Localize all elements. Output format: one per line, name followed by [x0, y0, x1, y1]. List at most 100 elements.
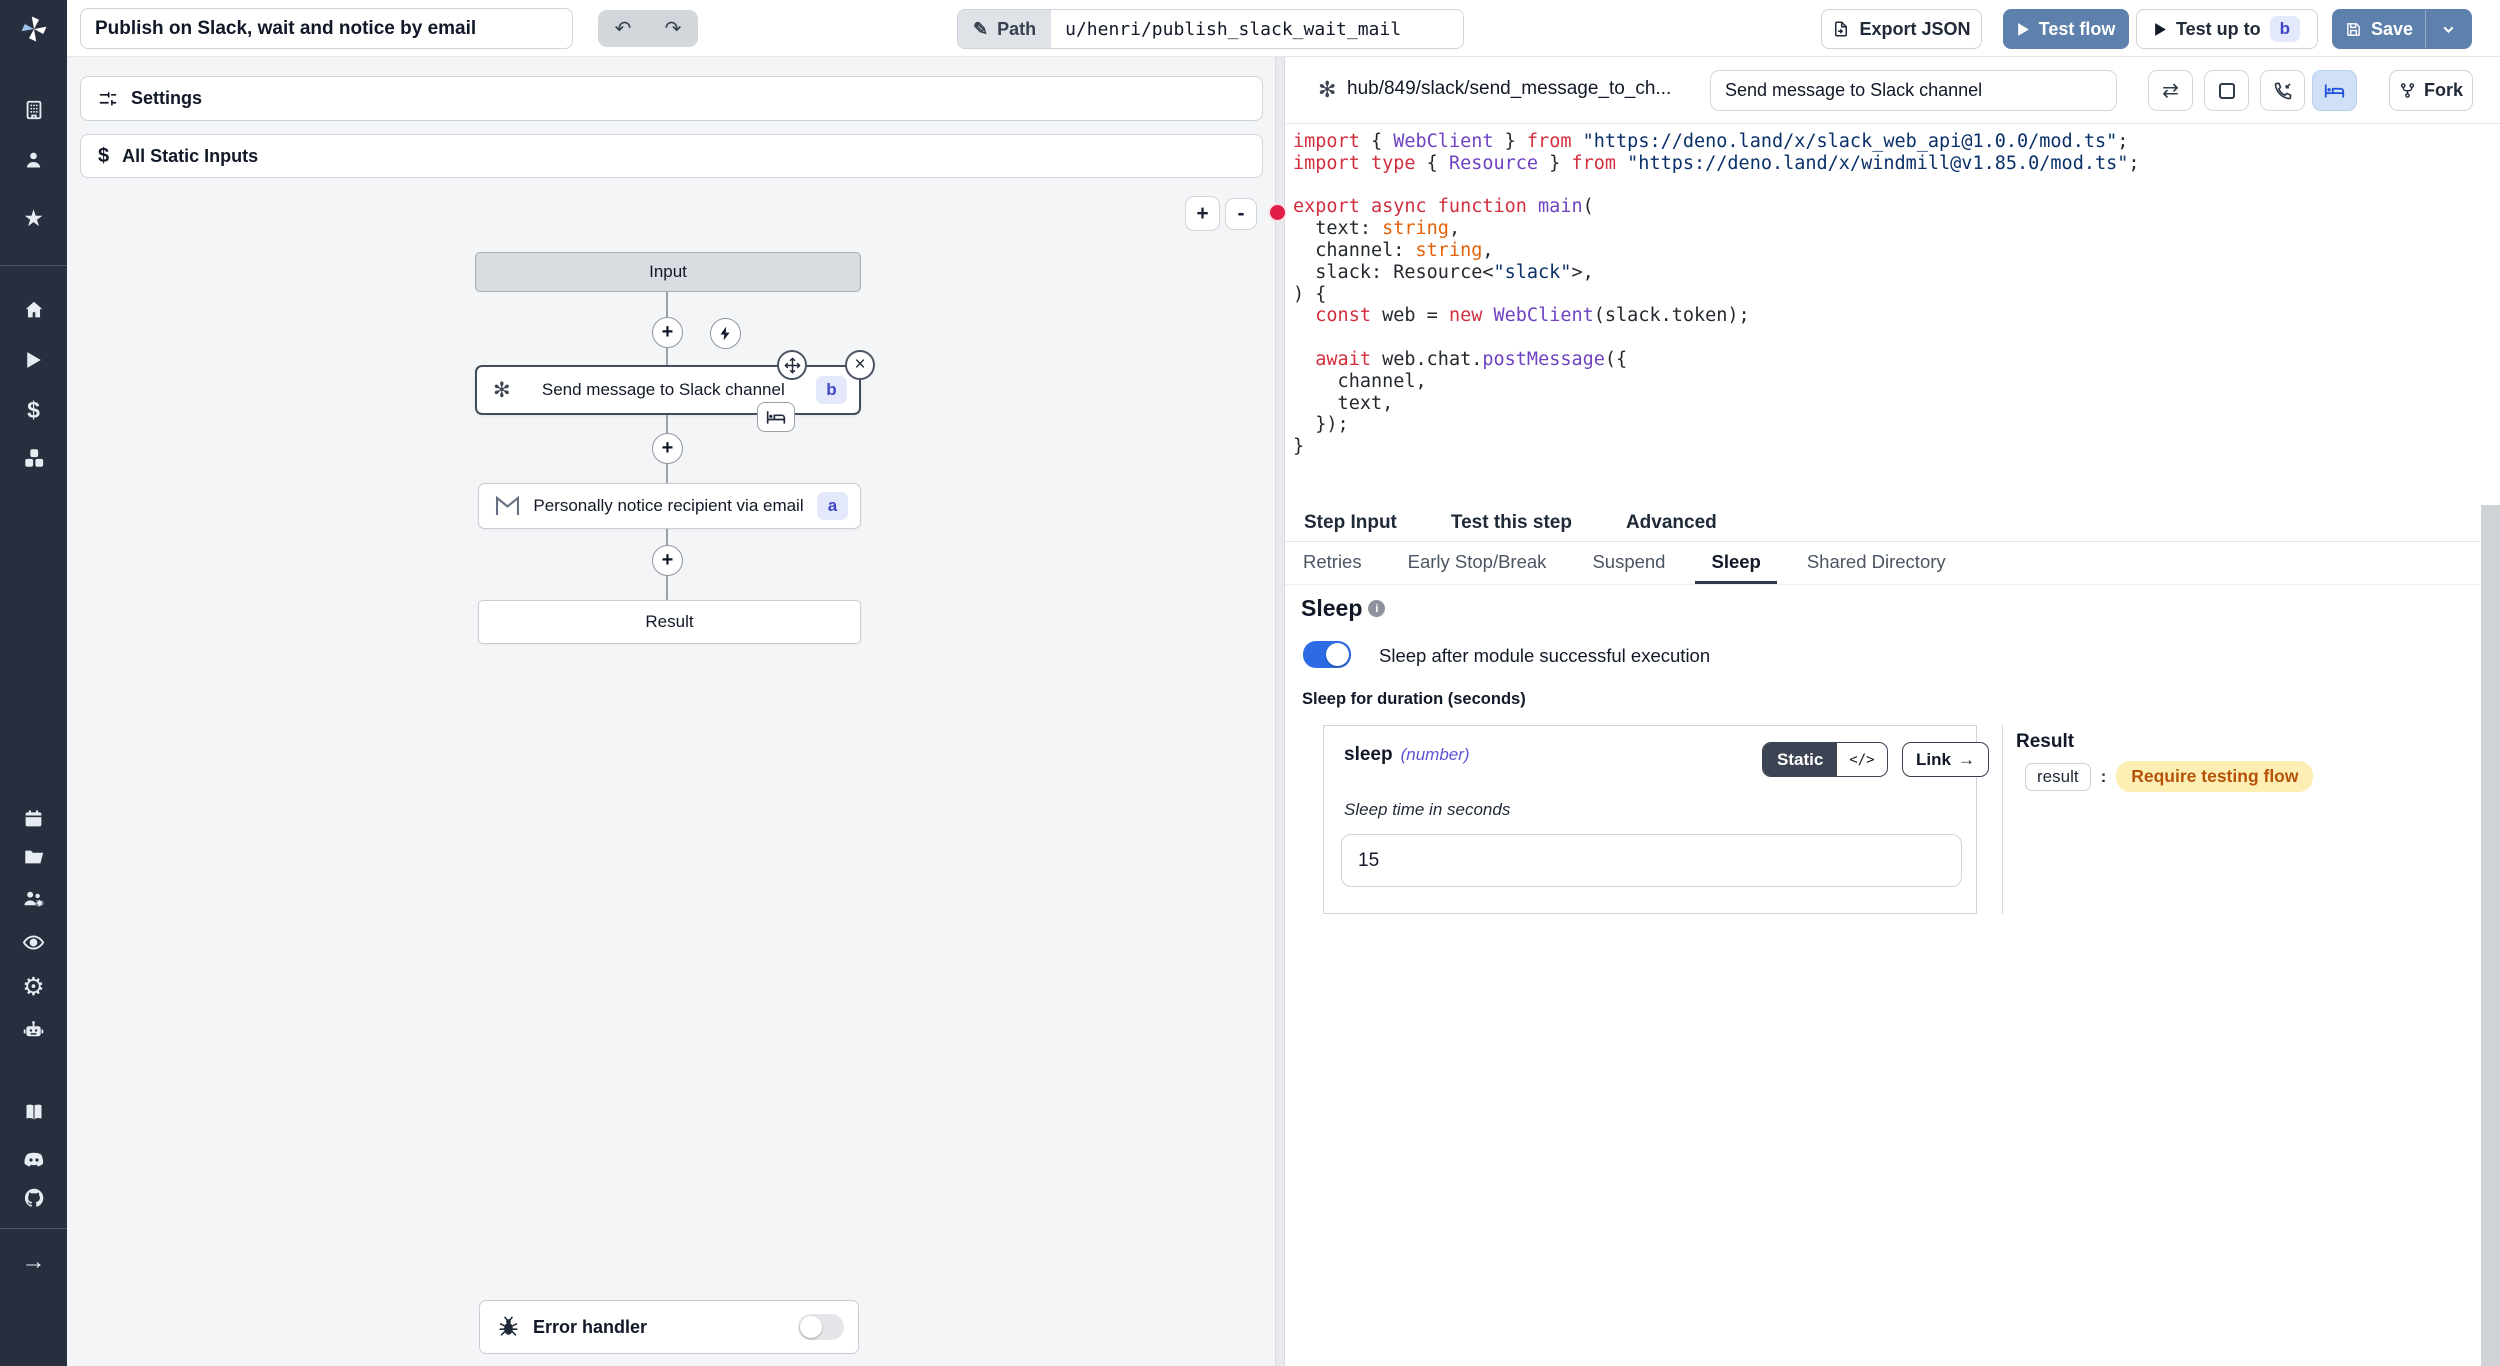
sidebar-divider — [0, 265, 67, 266]
zoom-out-button[interactable]: - — [1225, 198, 1257, 230]
retries-repeat-icon[interactable]: ⇄ — [2148, 70, 2193, 111]
code-editor[interactable]: import { WebClient } from "https://deno.… — [1293, 131, 2140, 458]
sleep-toggle[interactable] — [1303, 641, 1351, 668]
result-colon: : — [2101, 767, 2107, 787]
link-button[interactable]: Link→ — [1902, 742, 1989, 777]
arrow-right-icon: → — [1958, 750, 1975, 770]
test-up-to-label: Test up to — [2176, 19, 2261, 40]
add-step-button[interactable]: + — [652, 545, 683, 576]
user-icon[interactable] — [0, 139, 67, 181]
sleep-input-description: Sleep time in seconds — [1344, 800, 1510, 820]
tab-advanced[interactable]: Advanced — [1626, 512, 1717, 534]
groups-users-icon[interactable] — [0, 877, 67, 919]
sleep-duration-label: Sleep for duration (seconds) — [1302, 690, 1526, 709]
hub-script-path[interactable]: hub/849/slack/send_message_to_ch... — [1347, 78, 1671, 100]
all-static-inputs-bar[interactable]: $ All Static Inputs — [80, 134, 1263, 178]
sleep-toggle-label: Sleep after module successful execution — [1379, 645, 1710, 667]
field-type: (number) — [1401, 745, 1470, 764]
fork-button[interactable]: Fork — [2389, 70, 2473, 111]
folders-icon[interactable] — [0, 836, 67, 878]
code-mode-button[interactable]: </> — [1837, 743, 1886, 776]
windmill-logo-icon[interactable] — [0, 12, 67, 46]
tab-test-this-step[interactable]: Test this step — [1451, 512, 1572, 534]
add-trigger-button[interactable] — [710, 318, 741, 349]
gmail-icon — [495, 496, 520, 516]
error-handler-node[interactable]: Error handler — [479, 1300, 859, 1354]
error-handler-toggle[interactable] — [798, 1314, 844, 1340]
save-button[interactable]: Save — [2333, 19, 2425, 40]
result-row: result : Require testing flow — [2025, 761, 2313, 792]
add-step-button[interactable]: + — [652, 433, 683, 464]
path-group: ✎ Path — [957, 9, 1464, 49]
zoom-in-button[interactable]: + — [1185, 196, 1220, 231]
topbar: ↶ ↷ ✎ Path Export JSON Test flow Test up… — [67, 0, 2500, 57]
save-dropdown-button[interactable] — [2425, 10, 2471, 48]
home-icon[interactable] — [0, 289, 67, 331]
git-fork-icon — [2399, 81, 2416, 100]
github-icon[interactable] — [0, 1177, 67, 1219]
path-edit-button[interactable]: ✎ Path — [958, 10, 1051, 48]
result-node[interactable]: Result — [478, 600, 861, 644]
sliders-icon — [98, 89, 118, 109]
export-json-label: Export JSON — [1859, 19, 1970, 40]
vertical-scrollbar[interactable] — [2481, 505, 2500, 1366]
static-mode-button[interactable]: Static — [1763, 743, 1837, 776]
add-step-button[interactable]: + — [652, 317, 683, 348]
export-json-button[interactable]: Export JSON — [1821, 9, 1982, 49]
workspace-icon[interactable] — [0, 89, 67, 131]
sleep-bed-indicator[interactable] — [757, 402, 795, 432]
resources-cubes-icon[interactable] — [0, 437, 67, 479]
sleep-field-card: sleep(number) Static </> Link→ Sleep tim… — [1323, 725, 1977, 914]
slack-step-badge: b — [816, 376, 847, 404]
export-file-icon — [1832, 20, 1850, 38]
suspend-phone-icon[interactable] — [2260, 70, 2305, 111]
variables-dollar-icon[interactable]: $ — [0, 389, 67, 431]
tab-early-stop-break[interactable]: Early Stop/Break — [1392, 542, 1563, 584]
step-name-input[interactable] — [1710, 70, 2117, 111]
test-up-to-button[interactable]: Test up to b — [2136, 9, 2318, 49]
result-node-label: Result — [645, 612, 693, 632]
early-stop-square-icon[interactable] — [2204, 70, 2249, 111]
workers-robot-icon[interactable] — [0, 1009, 67, 1051]
divider-error-indicator — [1268, 203, 1287, 222]
step-detail-panel: ✻ hub/849/slack/send_message_to_ch... ⇄ — [1285, 57, 2500, 1366]
app-sidebar: ★ $ — [0, 0, 67, 1366]
favorites-star-icon[interactable]: ★ — [0, 197, 67, 239]
audit-eye-icon[interactable] — [0, 921, 67, 963]
panel-resize-divider[interactable] — [1275, 57, 1285, 1366]
settings-gear-icon[interactable]: ⚙ — [0, 966, 67, 1008]
step-badge: b — [2270, 16, 2300, 42]
tab-shared-directory[interactable]: Shared Directory — [1791, 542, 1962, 584]
settings-label: Settings — [131, 88, 202, 109]
path-input[interactable] — [1051, 10, 1463, 48]
email-step-badge: a — [817, 492, 848, 520]
sleep-seconds-input[interactable] — [1341, 834, 1962, 887]
runs-play-icon[interactable] — [0, 339, 67, 381]
email-step-node[interactable]: Personally notice recipient via email a — [478, 483, 861, 529]
play-icon — [2154, 22, 2167, 37]
step-header: ✻ hub/849/slack/send_message_to_ch... ⇄ — [1285, 57, 2500, 124]
test-flow-button[interactable]: Test flow — [2003, 9, 2129, 49]
undo-icon[interactable]: ↶ — [598, 10, 648, 47]
redo-icon[interactable]: ↷ — [648, 10, 698, 47]
expand-arrow-icon[interactable]: → — [0, 1241, 67, 1283]
move-node-button[interactable] — [777, 350, 807, 380]
delete-node-button[interactable]: × — [845, 350, 875, 380]
tab-suspend[interactable]: Suspend — [1576, 542, 1681, 584]
flow-settings-bar[interactable]: Settings — [80, 76, 1263, 121]
sleep-bed-icon[interactable] — [2312, 70, 2357, 111]
dollar-icon: $ — [98, 145, 109, 168]
step-tabs: Step Input Test this step Advanced — [1285, 505, 2481, 542]
schedules-calendar-icon[interactable] — [0, 797, 67, 839]
input-node[interactable]: Input — [475, 252, 861, 292]
flow-title-input[interactable] — [80, 8, 573, 49]
tab-step-input[interactable]: Step Input — [1304, 512, 1397, 534]
tab-sleep[interactable]: Sleep — [1695, 542, 1776, 584]
discord-icon[interactable] — [0, 1139, 67, 1181]
save-label: Save — [2371, 19, 2413, 40]
info-icon[interactable]: i — [1368, 600, 1385, 617]
docs-book-icon[interactable] — [0, 1091, 67, 1133]
flow-editor-panel: Settings $ All Static Inputs + - Input +… — [67, 57, 1275, 1366]
tab-retries[interactable]: Retries — [1287, 542, 1378, 584]
result-title: Result — [2016, 731, 2074, 753]
